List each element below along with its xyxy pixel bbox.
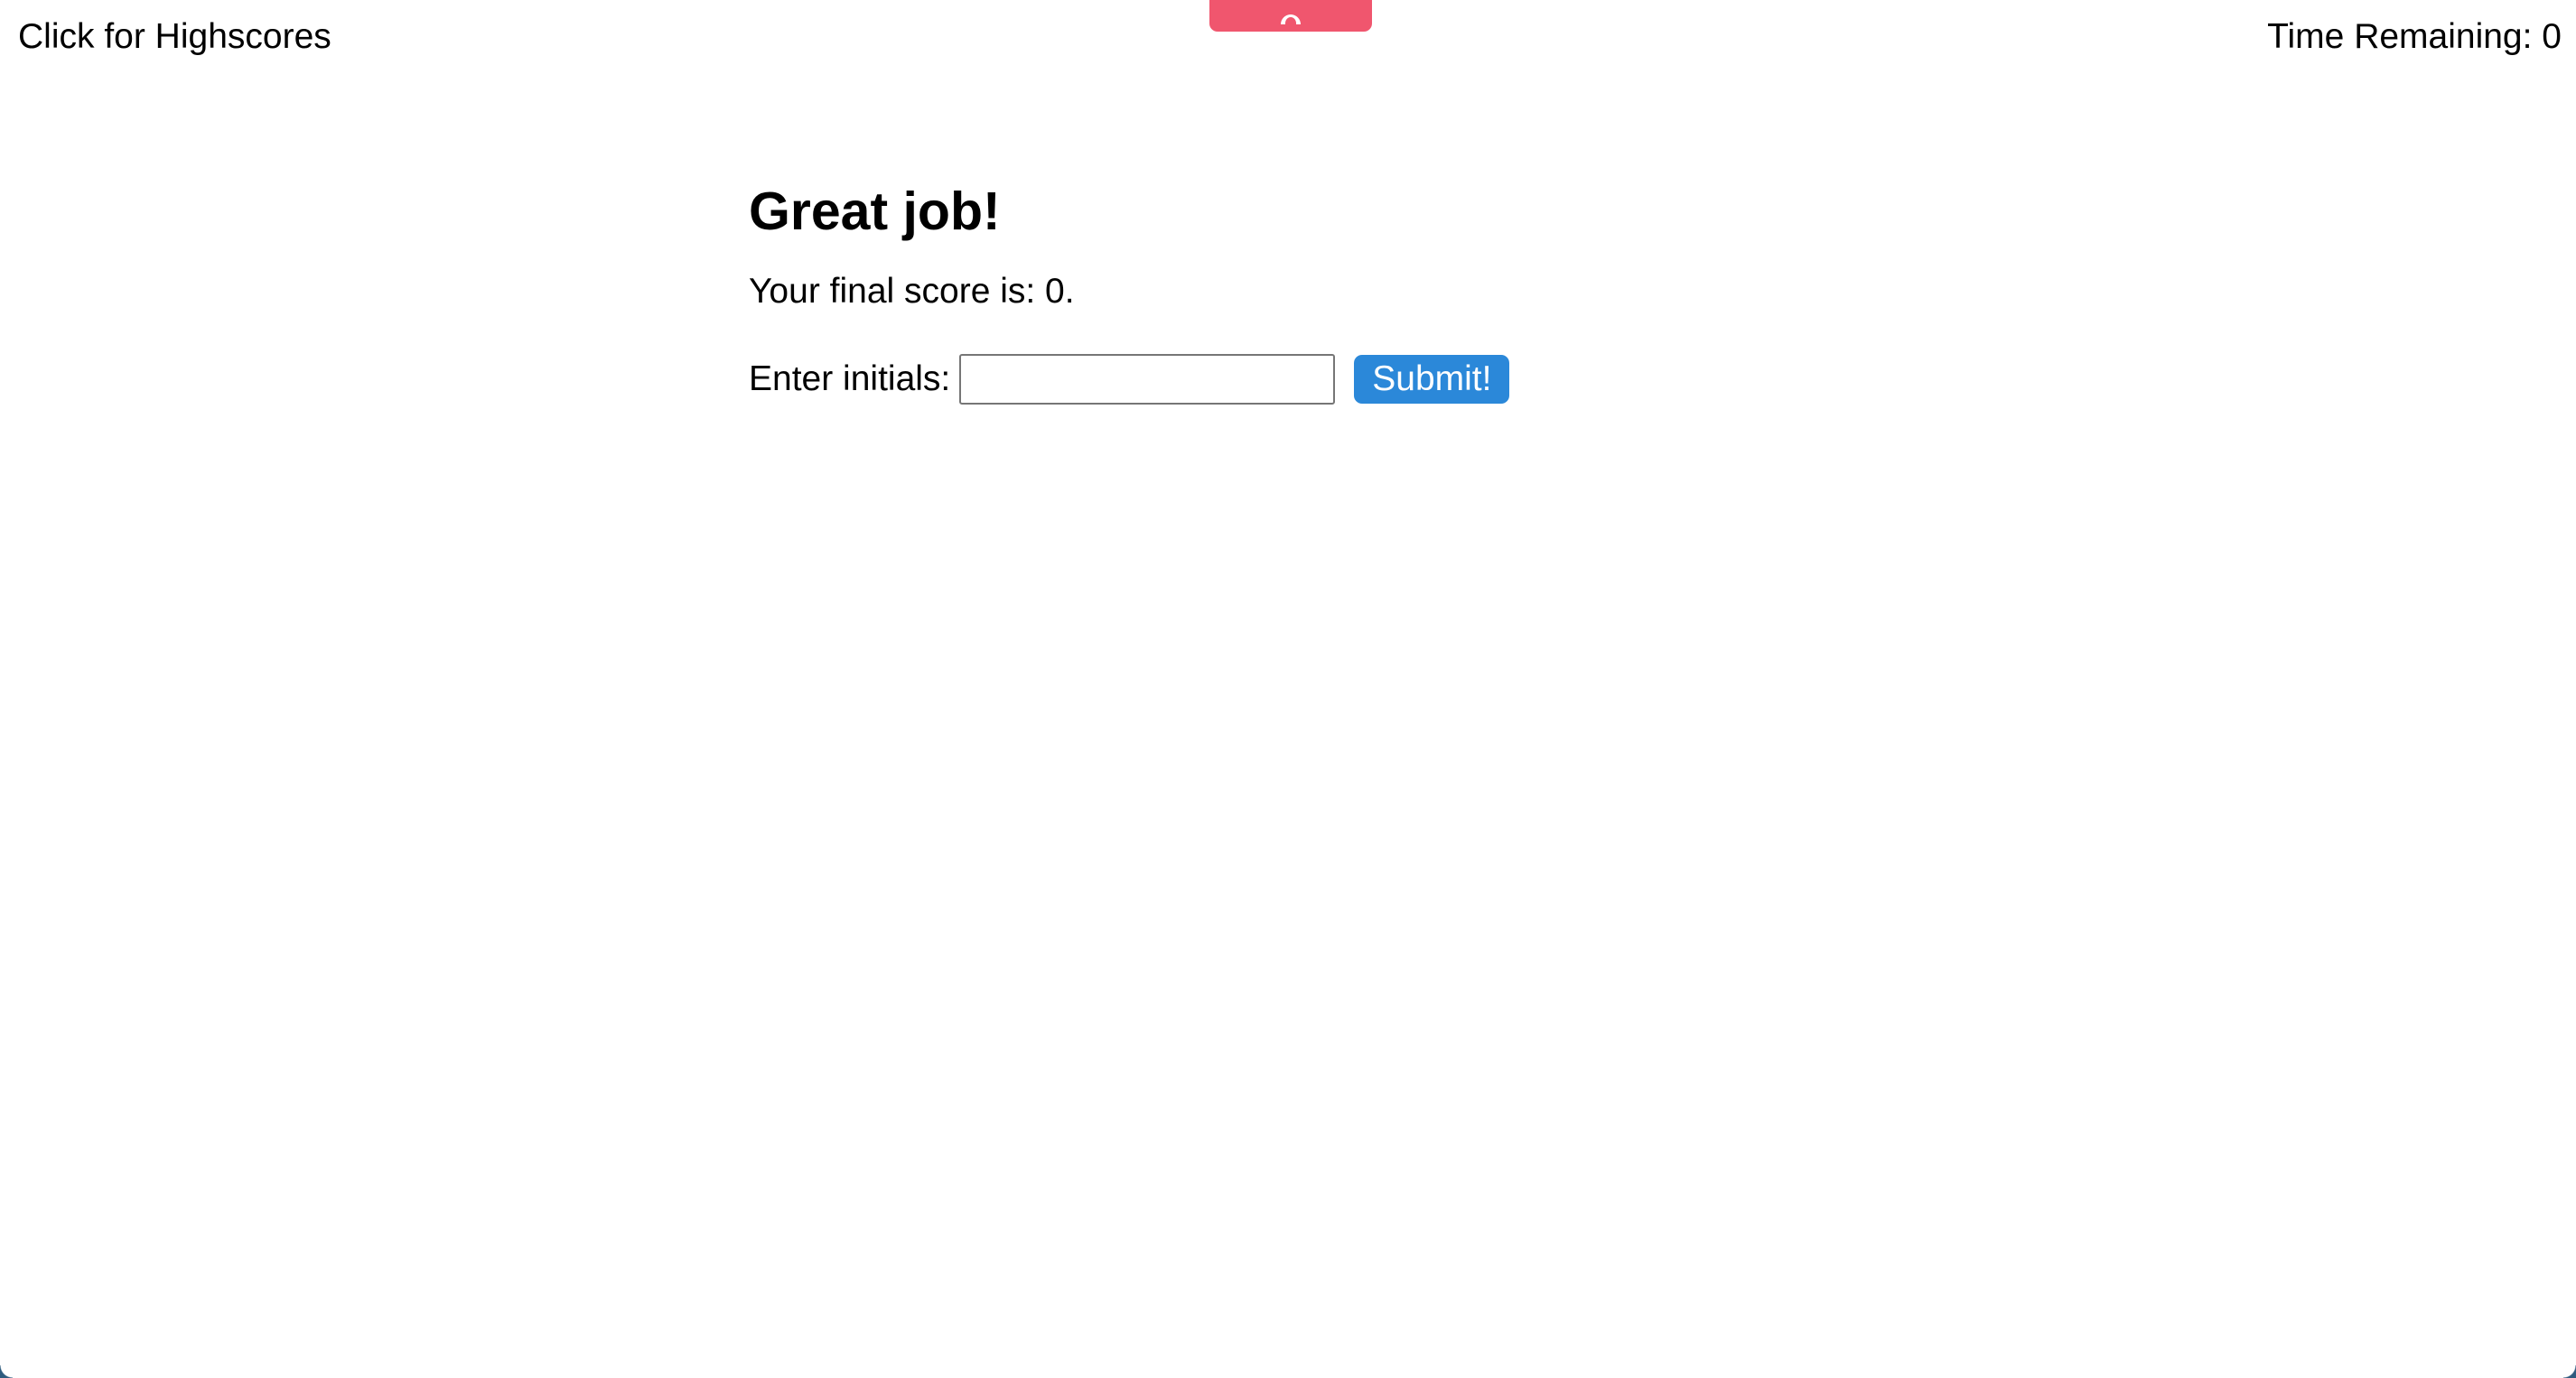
window-corner-left <box>0 1365 13 1378</box>
submit-button[interactable]: Submit! <box>1354 355 1510 404</box>
highscores-link[interactable]: Click for Highscores <box>18 14 331 60</box>
initials-label: Enter initials: <box>749 359 951 398</box>
final-score-section: Great job! Your final score is: 0. Enter… <box>749 172 1833 405</box>
time-remaining: Time Remaining: 0 <box>2267 17 2562 56</box>
initials-form: Enter initials: Submit! <box>749 354 1833 405</box>
top-pull-tab[interactable] <box>1209 0 1372 32</box>
pull-tab-icon <box>1279 6 1302 26</box>
window-corner-right <box>2563 1365 2576 1378</box>
final-score-text: Your final score is: 0. <box>749 272 1075 311</box>
initials-input[interactable] <box>959 354 1336 405</box>
page-title: Great job! <box>749 182 1001 241</box>
quiz-page: Click for Highscores Time Remaining: 0 G… <box>0 0 2576 1378</box>
